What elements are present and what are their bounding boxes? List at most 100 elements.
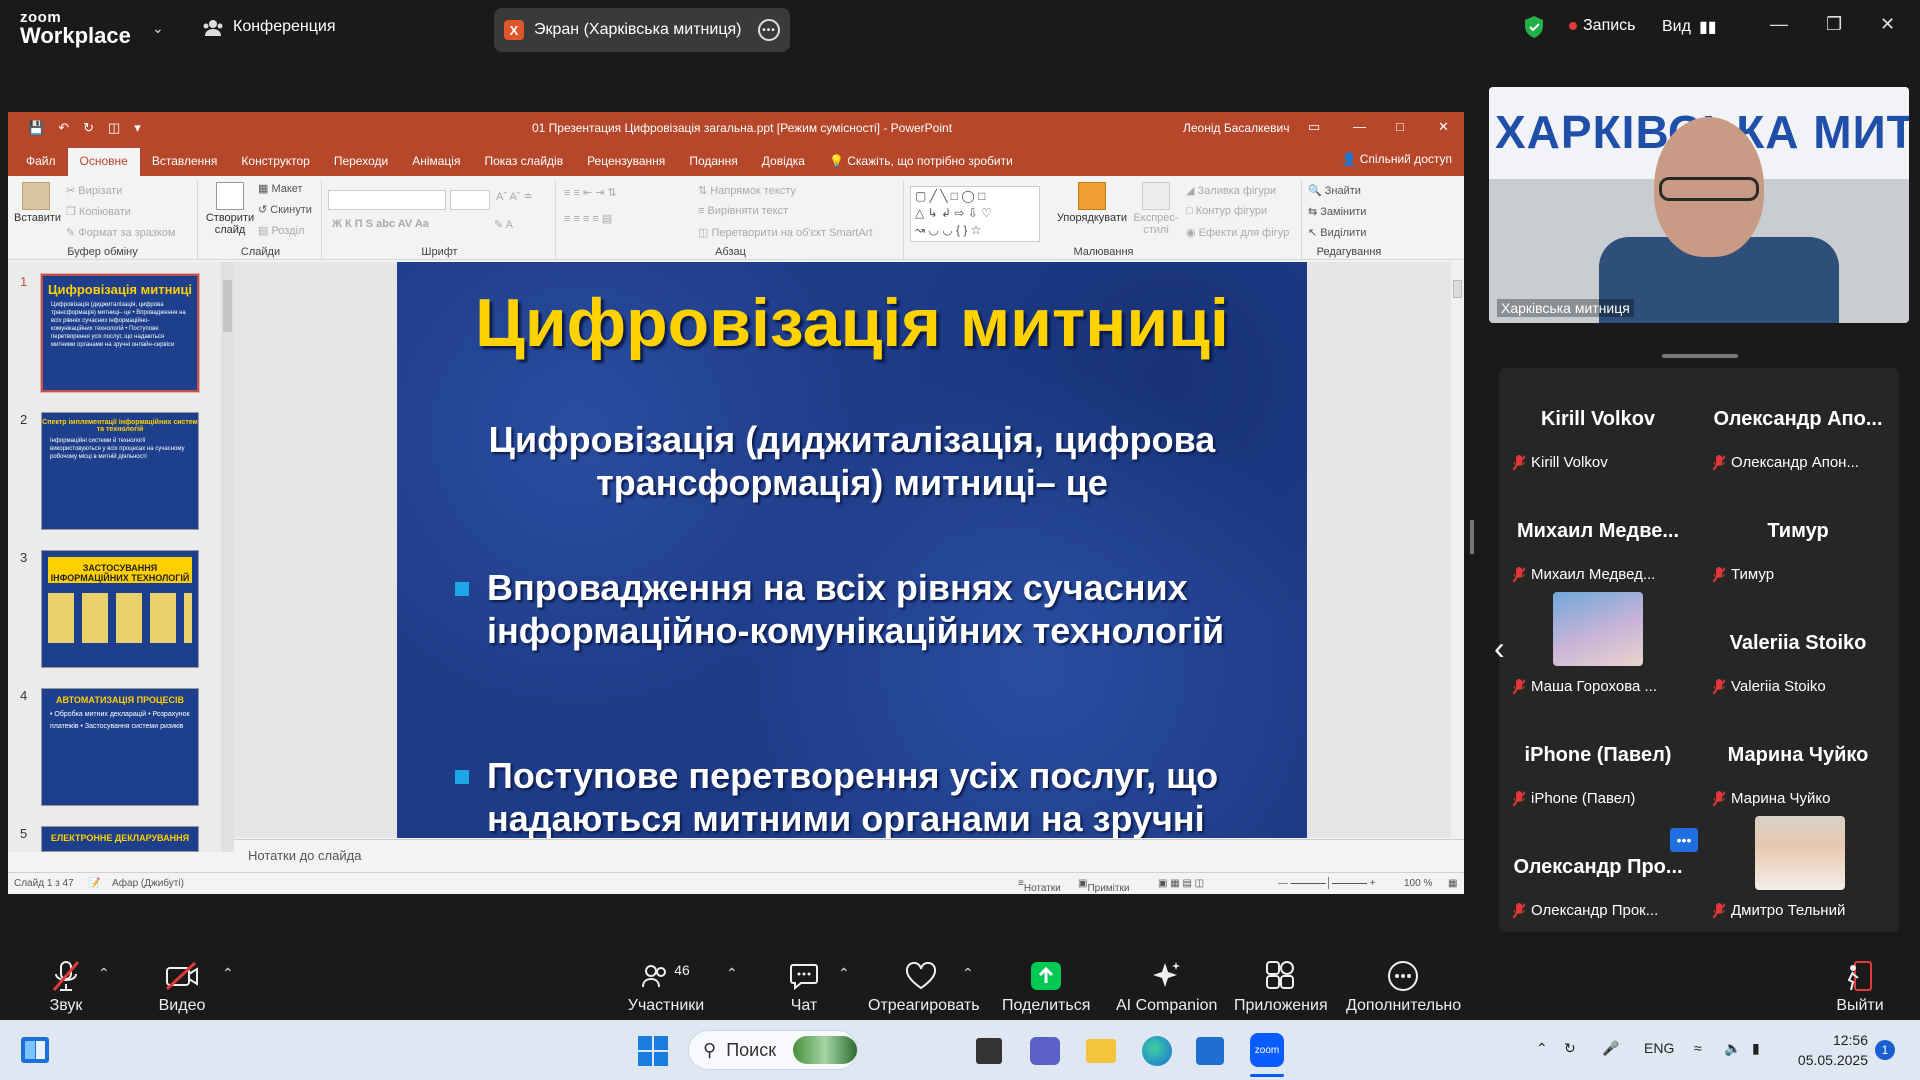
- tab-help[interactable]: Довідка: [750, 148, 817, 176]
- apps-button[interactable]: Приложения: [1234, 959, 1328, 1015]
- microphone-icon[interactable]: 🎤: [1602, 1040, 1619, 1057]
- participant-tile[interactable]: Маша Горохова ...: [1499, 592, 1697, 704]
- font-color-icon[interactable]: ✎ A: [494, 218, 513, 231]
- participant-tile[interactable]: Valeriia Stoiko Valeriia Stoiko: [1699, 592, 1897, 704]
- chat-button[interactable]: Чат: [784, 959, 824, 1015]
- font-grow-icon[interactable]: Aˆ Aˇ ≐: [496, 190, 533, 203]
- windows-start-icon[interactable]: [638, 1036, 668, 1066]
- format-painter-button[interactable]: ✎ Формат за зразком: [66, 226, 175, 239]
- ppt-minimize-icon[interactable]: —: [1353, 119, 1366, 134]
- tab-transitions[interactable]: Переходи: [322, 148, 400, 176]
- participants-options-caret[interactable]: ⌃: [726, 965, 738, 982]
- input-language[interactable]: ENG: [1644, 1040, 1674, 1056]
- close-icon[interactable]: ✕: [1880, 14, 1895, 35]
- ribbon-display-icon[interactable]: ▭: [1308, 119, 1320, 135]
- tray-overflow-icon[interactable]: ⌃: [1536, 1040, 1548, 1057]
- shape-outline-button[interactable]: □ Контур фігури: [1186, 205, 1267, 217]
- leave-button[interactable]: Выйти: [1832, 959, 1888, 1015]
- slide-thumbnail[interactable]: АВТОМАТИЗАЦІЯ ПРОЦЕСІВ • Обробка митних …: [41, 688, 199, 806]
- zoom-slider[interactable]: — ⎯⎯⎯⎯⎯⎯⎯│⎯⎯⎯⎯⎯⎯⎯ +: [1278, 878, 1376, 889]
- language-status[interactable]: Афар (Джибуті): [112, 878, 184, 889]
- speaker-video[interactable]: ХАРКІВСЬКА МИТНИЦ Харківська митниця: [1489, 87, 1909, 323]
- audio-options-caret[interactable]: ⌃: [98, 965, 110, 982]
- tab-review[interactable]: Рецензування: [575, 148, 677, 176]
- slide-title[interactable]: Цифровізація митниці: [397, 284, 1307, 362]
- quick-styles-button[interactable]: Експрес-стилі: [1132, 182, 1180, 236]
- react-button[interactable]: Отреагировать: [868, 959, 980, 1015]
- zoom-logo[interactable]: zoom Workplace: [20, 10, 131, 47]
- reset-button[interactable]: ↺ Скинути: [258, 203, 312, 216]
- tell-me-search[interactable]: 💡 Скажіть, що потрібно зробити: [817, 148, 1025, 176]
- taskbar-search[interactable]: ⚲ Поиск: [688, 1030, 858, 1070]
- share-screen-button[interactable]: Поделиться: [1002, 959, 1090, 1015]
- sync-icon[interactable]: ↻: [1564, 1040, 1576, 1057]
- zoom-level[interactable]: 100 %: [1404, 878, 1432, 889]
- tab-file[interactable]: Файл: [14, 148, 68, 176]
- participant-tile[interactable]: Олександр Про... Олександр Прок...: [1499, 816, 1697, 928]
- wifi-icon[interactable]: ≈: [1694, 1040, 1702, 1056]
- layout-button[interactable]: ▦ Макет: [258, 182, 303, 195]
- tile-more-options-icon[interactable]: •••: [1670, 828, 1698, 852]
- notes-pane[interactable]: Нотатки до слайда: [234, 839, 1464, 869]
- slide-thumbnail[interactable]: ЗАСТОСУВАННЯ ІНФОРМАЦІЙНИХ ТЕХНОЛОГІЙ: [41, 550, 199, 668]
- ppt-share-button[interactable]: 👤 Спільний доступ: [1341, 152, 1452, 166]
- ppt-close-icon[interactable]: ✕: [1438, 119, 1449, 135]
- new-slide-button[interactable]: Створити слайд: [204, 182, 256, 236]
- font-size-input[interactable]: [450, 190, 490, 210]
- spellcheck-icon[interactable]: 📝: [88, 878, 100, 889]
- react-options-caret[interactable]: ⌃: [962, 965, 974, 982]
- scrollbar-thumb[interactable]: [1453, 280, 1462, 298]
- tab-animations[interactable]: Анімація: [400, 148, 472, 176]
- participants-button[interactable]: 46 Участники: [626, 959, 706, 1015]
- audio-button[interactable]: Звук: [40, 959, 92, 1015]
- participant-tile[interactable]: Тимур Тимур: [1699, 480, 1897, 592]
- participant-tile[interactable]: Олександр Апо... Олександр Апон...: [1699, 368, 1897, 480]
- video-options-caret[interactable]: ⌃: [222, 965, 234, 982]
- screen-share-pill[interactable]: X Экран (Харківська митниця) •••: [494, 8, 790, 52]
- store-icon[interactable]: [1196, 1037, 1224, 1065]
- view-button[interactable]: Вид ▮▮: [1662, 17, 1717, 37]
- restore-icon[interactable]: ❐: [1826, 14, 1842, 35]
- notes-toggle[interactable]: ≡ Нотатки: [1018, 878, 1061, 894]
- select-button[interactable]: ↖ Виділити: [1308, 226, 1366, 239]
- fit-slide-icon[interactable]: ▦: [1448, 878, 1457, 889]
- video-button[interactable]: Видео: [154, 959, 210, 1015]
- participant-tile[interactable]: Марина Чуйко Марина Чуйко: [1699, 704, 1897, 816]
- thumbnails-scrollbar[interactable]: [221, 262, 234, 852]
- font-name-input[interactable]: [328, 190, 446, 210]
- more-options-icon[interactable]: •••: [758, 19, 780, 41]
- redo-icon[interactable]: ↻: [83, 120, 94, 136]
- meeting-info[interactable]: Конференция: [203, 18, 336, 36]
- edge-icon[interactable]: [1142, 1036, 1172, 1066]
- copy-button[interactable]: ❐ Копіювати: [66, 205, 131, 218]
- tab-view[interactable]: Подання: [677, 148, 749, 176]
- participant-tile[interactable]: Дмитро Тельний: [1699, 816, 1897, 928]
- more-button[interactable]: Дополнительно: [1346, 959, 1461, 1015]
- customize-icon[interactable]: ▾: [134, 120, 141, 136]
- slide-thumbnail[interactable]: Спектр імплементації інформаційних систе…: [41, 412, 199, 530]
- cut-button[interactable]: ✂ Вирізати: [66, 184, 122, 197]
- notification-badge[interactable]: 1: [1875, 1040, 1895, 1060]
- slide-thumbnail[interactable]: Цифровізація митниці Цифровізація (диджи…: [40, 273, 200, 393]
- tab-home[interactable]: Основне: [67, 148, 140, 176]
- ppt-maximize-icon[interactable]: □: [1396, 119, 1404, 134]
- ppt-user-name[interactable]: Леонід Басалкевич: [1183, 121, 1289, 135]
- shape-effects-button[interactable]: ◉ Ефекти для фігур: [1186, 226, 1289, 239]
- chat-options-caret[interactable]: ⌃: [838, 965, 850, 982]
- find-button[interactable]: 🔍 Знайти: [1308, 184, 1361, 197]
- chevron-down-icon[interactable]: ⌄: [152, 20, 164, 37]
- participant-tile[interactable]: Kirill Volkov Kirill Volkov: [1499, 368, 1697, 480]
- list-buttons[interactable]: ≡ ≡ ⇤ ⇥ ⇅: [564, 186, 617, 199]
- tab-insert[interactable]: Вставлення: [140, 148, 230, 176]
- taskbar-clock[interactable]: 12:56 05.05.2025: [1782, 1030, 1868, 1070]
- view-buttons[interactable]: ▣ ▦ ▤ ◫: [1158, 878, 1204, 889]
- volume-icon[interactable]: 🔈: [1724, 1040, 1741, 1057]
- text-direction-button[interactable]: ⇅ Напрямок тексту: [698, 184, 796, 197]
- save-icon[interactable]: 💾: [28, 120, 44, 136]
- canvas-scrollbar[interactable]: [1451, 262, 1464, 838]
- scrollbar-thumb[interactable]: [223, 280, 232, 332]
- file-explorer-icon[interactable]: [1086, 1039, 1116, 1063]
- battery-icon[interactable]: ▮: [1752, 1040, 1760, 1057]
- ai-companion-button[interactable]: AI Companion: [1116, 959, 1217, 1015]
- participant-tile[interactable]: iPhone (Павел) iPhone (Павел): [1499, 704, 1697, 816]
